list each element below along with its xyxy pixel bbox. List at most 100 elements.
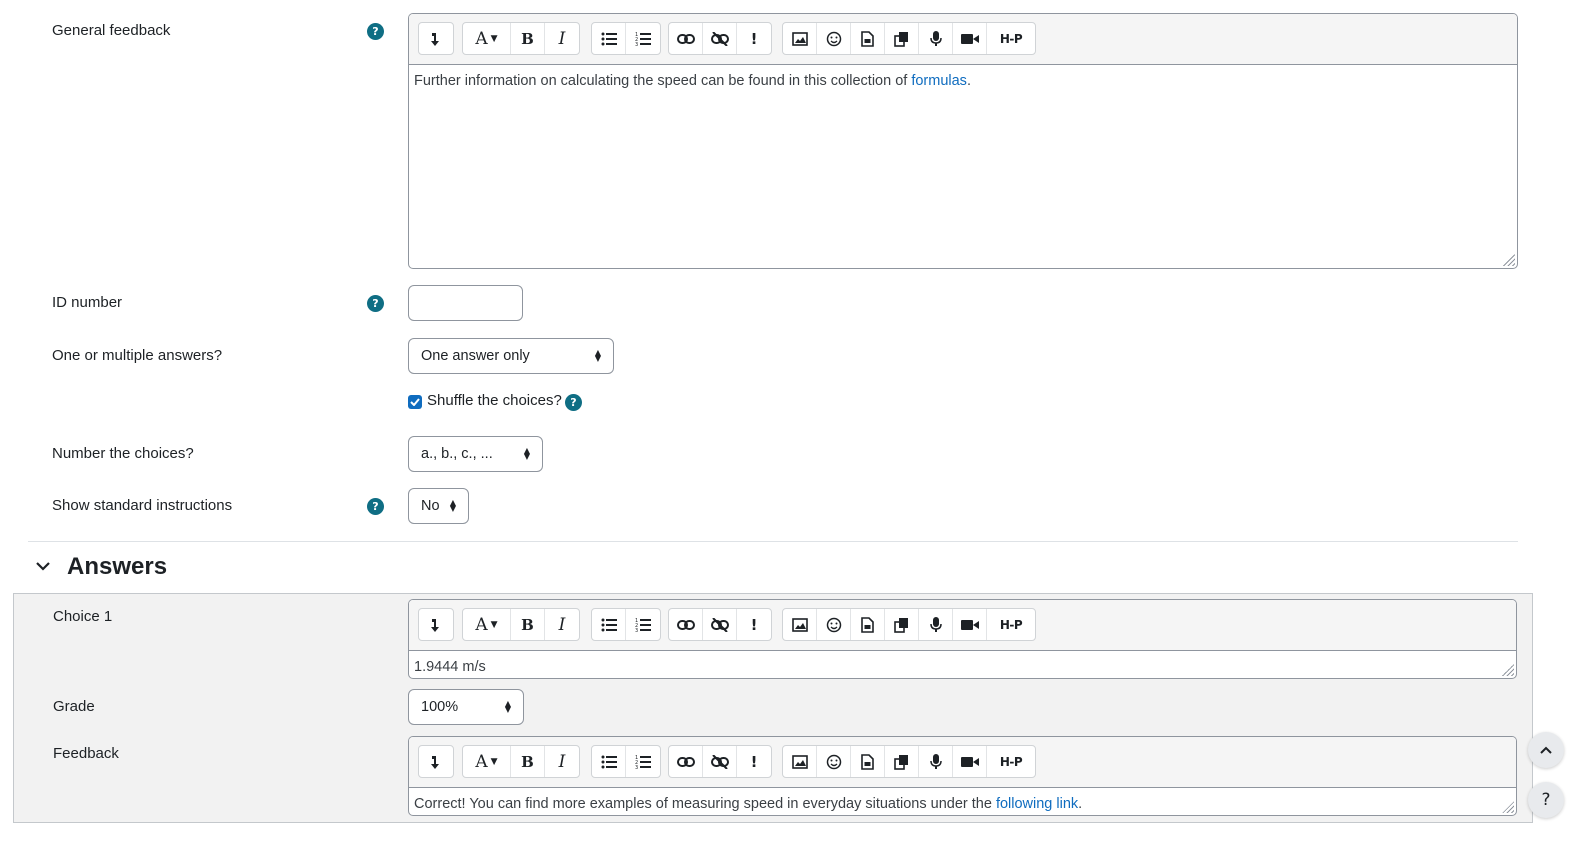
- manage-files-button[interactable]: [851, 609, 885, 640]
- instructions-select[interactable]: No ▲ ▼: [408, 488, 469, 524]
- general-feedback-help-icon[interactable]: ?: [367, 23, 384, 40]
- toolbar-group-lists: 123: [591, 22, 661, 55]
- id-number-help-icon[interactable]: ?: [367, 295, 384, 312]
- nolink-button[interactable]: !: [737, 746, 771, 777]
- insert-emoji-button[interactable]: [817, 23, 851, 54]
- record-audio-button[interactable]: [919, 23, 953, 54]
- insert-emoji-button[interactable]: [817, 746, 851, 777]
- insert-emoji-button[interactable]: [817, 609, 851, 640]
- following-link[interactable]: following link: [996, 796, 1078, 812]
- unordered-list-button[interactable]: [592, 23, 626, 54]
- toolbar-group-links: !: [668, 608, 772, 641]
- h5p-icon: H-P: [999, 617, 1023, 632]
- insert-h5p-button[interactable]: H-P: [987, 609, 1035, 640]
- shuffle-help-icon[interactable]: ?: [565, 394, 582, 411]
- id-number-input[interactable]: [408, 285, 523, 321]
- unordered-list-button[interactable]: [592, 746, 626, 777]
- record-audio-button[interactable]: [919, 609, 953, 640]
- font-style-button[interactable]: A ▼: [463, 23, 511, 54]
- italic-icon: I: [558, 28, 566, 49]
- general-feedback-content[interactable]: Further information on calculating the s…: [414, 73, 971, 89]
- copy-icon: [893, 754, 908, 770]
- bold-button[interactable]: B: [511, 609, 545, 640]
- italic-button[interactable]: I: [545, 746, 579, 777]
- manage-files-button[interactable]: [851, 23, 885, 54]
- numbering-select[interactable]: a., b., c., ... ▲ ▼: [408, 436, 543, 472]
- choice-1-content[interactable]: 1.9444 m/s: [414, 659, 486, 675]
- toolbar-group-media: H-P: [782, 22, 1036, 55]
- ordered-list-button[interactable]: 123: [626, 609, 660, 640]
- link-button[interactable]: [669, 609, 703, 640]
- chevron-down-icon: ▼: [490, 756, 498, 767]
- unordered-list-button[interactable]: [592, 609, 626, 640]
- insert-image-button[interactable]: [783, 23, 817, 54]
- insert-image-button[interactable]: [783, 609, 817, 640]
- feedback-label: Feedback: [53, 745, 119, 762]
- chevron-down-icon: ▼: [490, 619, 498, 630]
- answers-section-title[interactable]: Answers: [67, 553, 167, 581]
- svg-text:3: 3: [635, 42, 638, 46]
- record-audio-button[interactable]: [919, 746, 953, 777]
- copy-button[interactable]: [885, 746, 919, 777]
- video-camera-icon: [960, 33, 979, 44]
- insert-image-button[interactable]: [783, 746, 817, 777]
- resize-handle[interactable]: [1503, 254, 1515, 266]
- bold-button[interactable]: B: [511, 23, 545, 54]
- toolbar-group-style: A ▼ B I: [462, 745, 580, 778]
- collapse-toolbar-button[interactable]: [419, 746, 453, 777]
- feedback-editor: A ▼ B I 123 ! H-P Correct! You can find …: [408, 736, 1517, 816]
- microphone-icon: [929, 616, 942, 632]
- link-button[interactable]: [669, 23, 703, 54]
- font-style-button[interactable]: A ▼: [463, 609, 511, 640]
- general-feedback-label: General feedback: [52, 22, 171, 39]
- insert-h5p-button[interactable]: H-P: [987, 746, 1035, 777]
- bullet-list-icon: [601, 32, 617, 45]
- nolink-button[interactable]: !: [737, 23, 771, 54]
- copy-button[interactable]: [885, 23, 919, 54]
- exclamation-icon: !: [750, 29, 758, 48]
- unlink-button[interactable]: [703, 23, 737, 54]
- resize-handle[interactable]: [1502, 664, 1514, 676]
- scroll-to-top-button[interactable]: [1528, 732, 1564, 768]
- answers-collapse-toggle[interactable]: [35, 559, 51, 576]
- bold-button[interactable]: B: [511, 746, 545, 777]
- insert-h5p-button[interactable]: H-P: [987, 23, 1035, 54]
- resize-handle[interactable]: [1502, 801, 1514, 813]
- feedback-content[interactable]: Correct! You can find more examples of m…: [414, 796, 1082, 812]
- ordered-list-button[interactable]: 123: [626, 23, 660, 54]
- select-arrows-icon: ▲ ▼: [523, 446, 530, 461]
- italic-button[interactable]: I: [545, 23, 579, 54]
- unlink-button[interactable]: [703, 609, 737, 640]
- smiley-icon: [826, 754, 841, 769]
- instructions-help-icon[interactable]: ?: [367, 498, 384, 515]
- collapse-toolbar-button[interactable]: [419, 609, 453, 640]
- record-video-button[interactable]: [953, 746, 987, 777]
- numbered-list-icon: 123: [635, 618, 651, 632]
- font-style-button[interactable]: A ▼: [463, 746, 511, 777]
- ordered-list-button[interactable]: 123: [626, 746, 660, 777]
- copy-icon: [893, 617, 908, 633]
- copy-button[interactable]: [885, 609, 919, 640]
- record-video-button[interactable]: [953, 23, 987, 54]
- video-camera-icon: [960, 619, 979, 630]
- formulas-link[interactable]: formulas: [911, 73, 967, 89]
- link-button[interactable]: [669, 746, 703, 777]
- manage-files-button[interactable]: [851, 746, 885, 777]
- instructions-value: No: [421, 498, 440, 514]
- choice-1-label: Choice 1: [53, 608, 113, 625]
- choice-1-editor: A ▼ B I 123 ! H-P 1.9444 m/s: [408, 599, 1517, 679]
- shuffle-checkbox[interactable]: [408, 395, 422, 409]
- image-icon: [791, 617, 808, 632]
- nolink-button[interactable]: !: [737, 609, 771, 640]
- collapse-toolbar-button[interactable]: [419, 23, 453, 54]
- shuffle-label[interactable]: Shuffle the choices?: [427, 392, 562, 409]
- general-feedback-editor: A ▼ B I 123 ! H-P Further information on…: [408, 13, 1518, 269]
- single-answer-select[interactable]: One answer only ▲ ▼: [408, 338, 614, 374]
- feedback-text: Correct! You can find more examples of m…: [414, 796, 996, 812]
- help-float-button[interactable]: ?: [1528, 782, 1564, 818]
- instructions-label: Show standard instructions: [52, 497, 233, 514]
- unlink-button[interactable]: [703, 746, 737, 777]
- italic-button[interactable]: I: [545, 609, 579, 640]
- grade-select[interactable]: 100% ▲ ▼: [408, 689, 524, 725]
- record-video-button[interactable]: [953, 609, 987, 640]
